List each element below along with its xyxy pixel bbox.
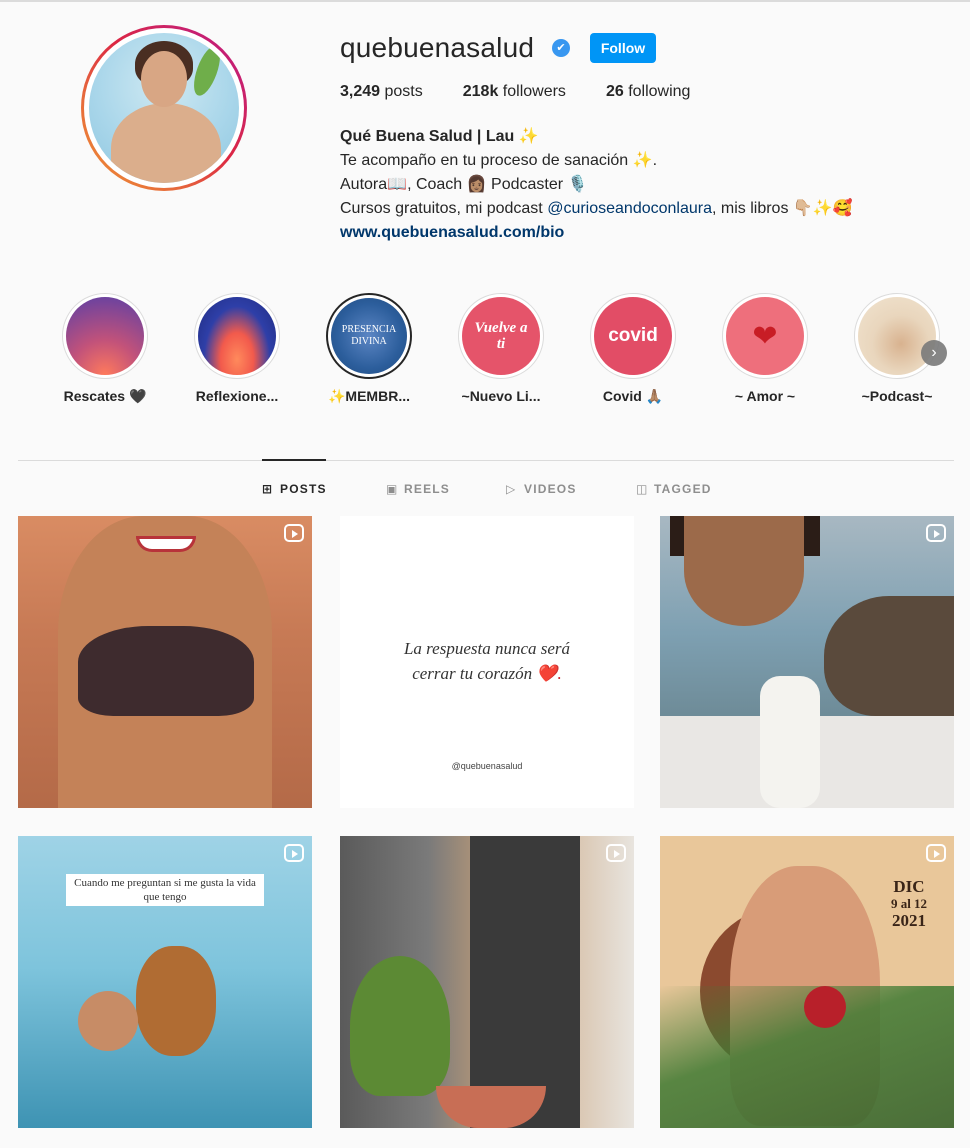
bio-line: Autora📖, Coach 👩🏽 Podcaster 🎙️ (340, 176, 588, 193)
grid-icon: ⊞ (262, 482, 274, 496)
post-tile[interactable] (18, 516, 312, 808)
highlight-label: ~Podcast~ (861, 388, 933, 404)
active-tab-indicator (262, 459, 326, 461)
tab-videos[interactable]: ▷ VIDEOS (506, 482, 577, 496)
bio-name: Qué Buena Salud | Lau ✨ (340, 128, 539, 145)
posts-count: 3,249 posts (340, 83, 423, 100)
post-tile[interactable]: Cuando me preguntan si me gusta la vida … (18, 836, 312, 1128)
highlight-label: Rescates 🖤 (63, 388, 147, 404)
highlight-label: ~Nuevo Li... (461, 388, 541, 404)
highlight-label: Covid 🙏🏽 (602, 388, 664, 404)
play-icon: ▷ (506, 482, 517, 496)
tab-posts[interactable]: ⊞ POSTS (262, 482, 327, 496)
profile-stats: 3,249 posts 218k followers 26 following (340, 83, 730, 101)
post-caption-text: Cuando me preguntan si me gusta la vida … (66, 874, 264, 906)
profile-bio: Qué Buena Salud | Lau ✨ Te acompaño en t… (340, 125, 853, 245)
highlight-label: Reflexione... (195, 388, 279, 404)
bio-mention-link[interactable]: @curioseandoconlaura (547, 200, 712, 217)
post-tile[interactable] (340, 836, 634, 1128)
profile-username: quebuenasalud (340, 32, 535, 63)
highlight-membresia[interactable]: PRESENCIA DIVINA ✨MEMBR... (326, 293, 412, 405)
bio-line: Te acompaño en tu proceso de sanación ✨. (340, 152, 658, 169)
tab-tagged[interactable]: ◫ TAGGED (636, 482, 712, 496)
highlight-covid[interactable]: covid Covid 🙏🏽 (590, 293, 676, 405)
reel-icon (284, 844, 304, 862)
highlight-amor[interactable]: ❤ ~ Amor ~ (722, 293, 808, 404)
post-handle-text: @quebuenasalud (451, 761, 523, 771)
bio-website-link[interactable]: www.quebuenasalud.com/bio (340, 221, 853, 245)
profile-avatar[interactable] (81, 25, 247, 191)
tagged-icon: ◫ (636, 482, 649, 496)
tab-reels[interactable]: ▣ REELS (386, 482, 450, 496)
bio-line: Cursos gratuitos, mi podcast @curioseand… (340, 200, 853, 217)
tabs-divider (18, 460, 954, 461)
highlight-rescates[interactable]: Rescates 🖤 (62, 293, 148, 405)
top-divider (0, 0, 970, 2)
post-tile[interactable]: La respuesta nunca será cerrar tu corazó… (340, 516, 634, 808)
heart-arrow-icon: ❤ (726, 297, 804, 375)
followers-count[interactable]: 218k followers (463, 83, 566, 101)
following-count[interactable]: 26 following (606, 83, 691, 101)
verified-badge-icon: ✔ (552, 39, 570, 57)
highlights-next-arrow-icon[interactable]: › (921, 340, 947, 366)
highlight-label: ~ Amor ~ (734, 388, 796, 404)
reel-icon (926, 844, 946, 862)
reel-icon (284, 524, 304, 542)
highlight-nuevo-libro[interactable]: Vuelve a ti ~Nuevo Li... (458, 293, 544, 404)
reels-icon: ▣ (386, 482, 399, 496)
post-tile[interactable] (660, 516, 954, 808)
post-quote-text: La respuesta nunca será cerrar tu corazó… (403, 639, 571, 683)
reel-icon (926, 524, 946, 542)
post-tile[interactable]: DIC 9 al 12 2021 (660, 836, 954, 1128)
follow-button[interactable]: Follow (590, 33, 656, 63)
story-highlights: Rescates 🖤 Reflexione... PRESENCIA DIVIN… (62, 293, 962, 413)
reel-icon (606, 844, 626, 862)
post-date-text: DIC 9 al 12 2021 (890, 877, 928, 930)
highlight-reflexiones[interactable]: Reflexione... (194, 293, 280, 404)
highlight-label: ✨MEMBR... (328, 388, 410, 404)
